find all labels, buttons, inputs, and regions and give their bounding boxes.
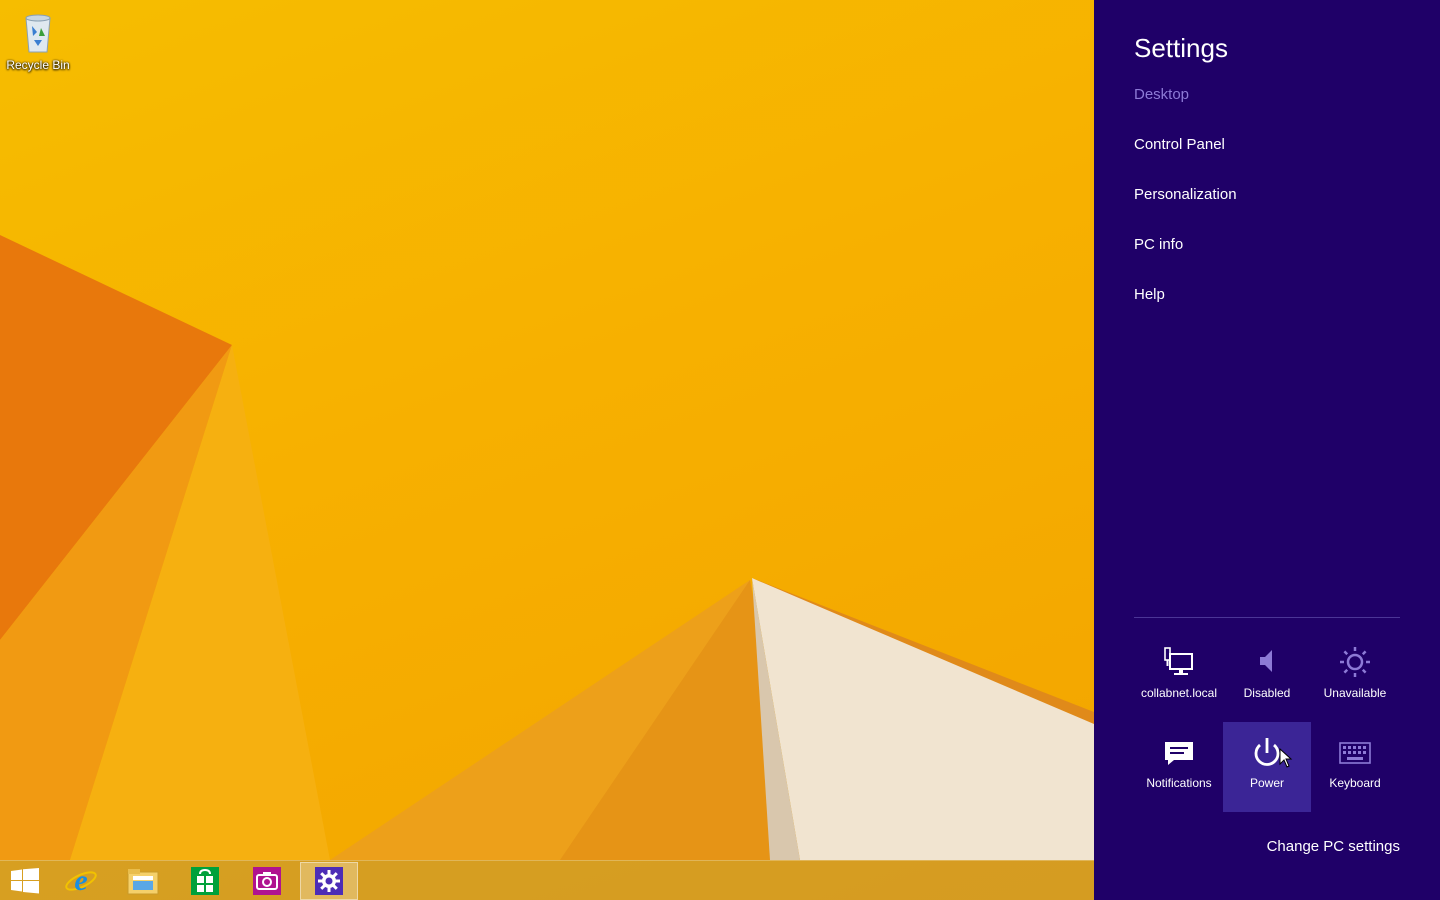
- brightness-icon: [1340, 647, 1370, 677]
- keyboard-tile[interactable]: Keyboard: [1311, 722, 1399, 812]
- network-label: collabnet.local: [1140, 686, 1218, 700]
- settings-charm: Settings Desktop Control Panel Personali…: [1094, 0, 1440, 900]
- network-tile[interactable]: collabnet.local: [1135, 632, 1223, 722]
- power-tile[interactable]: Power: [1223, 722, 1311, 812]
- charm-title: Settings: [1134, 33, 1228, 63]
- pc-info-link[interactable]: PC info: [1134, 236, 1183, 253]
- store-button[interactable]: [176, 862, 234, 900]
- gear-icon: [315, 867, 343, 895]
- brightness-tile[interactable]: Unavailable: [1311, 632, 1399, 722]
- mouse-cursor-icon: [1279, 748, 1293, 768]
- control-panel-link[interactable]: Control Panel: [1134, 136, 1225, 153]
- personalization-link[interactable]: Personalization: [1134, 186, 1237, 203]
- store-icon: [191, 867, 219, 895]
- notifications-icon: [1165, 742, 1193, 765]
- help-link[interactable]: Help: [1134, 286, 1165, 303]
- windows-logo-icon: [11, 868, 39, 894]
- change-pc-settings-link[interactable]: Change PC settings: [1267, 838, 1400, 855]
- internet-explorer-icon: e: [65, 865, 97, 897]
- charm-divider: [1134, 617, 1400, 618]
- network-icon: [1164, 647, 1193, 675]
- file-explorer-button[interactable]: [114, 862, 172, 900]
- volume-icon: [1260, 650, 1272, 672]
- desktop: Recycle Bin e: [0, 0, 1094, 900]
- volume-tile[interactable]: Disabled: [1223, 632, 1311, 722]
- brightness-label: Unavailable: [1323, 686, 1387, 700]
- notifications-tile[interactable]: Notifications: [1135, 722, 1223, 812]
- internet-explorer-button[interactable]: e: [52, 862, 110, 900]
- svg-text:e: e: [74, 865, 87, 897]
- taskbar: e: [0, 860, 1094, 900]
- recycle-bin[interactable]: Recycle Bin: [4, 6, 72, 72]
- power-label: Power: [1249, 776, 1284, 790]
- keyboard-label: Keyboard: [1329, 776, 1381, 790]
- charm-subtitle: Desktop: [1134, 86, 1190, 103]
- notifications-label: Notifications: [1146, 776, 1212, 790]
- pc-settings-button[interactable]: [300, 862, 358, 900]
- camera-button[interactable]: [238, 862, 296, 900]
- recycle-bin-icon: [25, 14, 51, 53]
- folder-icon: [127, 869, 159, 895]
- start-button[interactable]: [0, 862, 50, 900]
- keyboard-icon: [1339, 742, 1371, 764]
- camera-icon: [253, 867, 281, 895]
- wallpaper: [0, 235, 1094, 860]
- recycle-bin-label: Recycle Bin: [6, 58, 70, 72]
- volume-label: Disabled: [1243, 686, 1291, 700]
